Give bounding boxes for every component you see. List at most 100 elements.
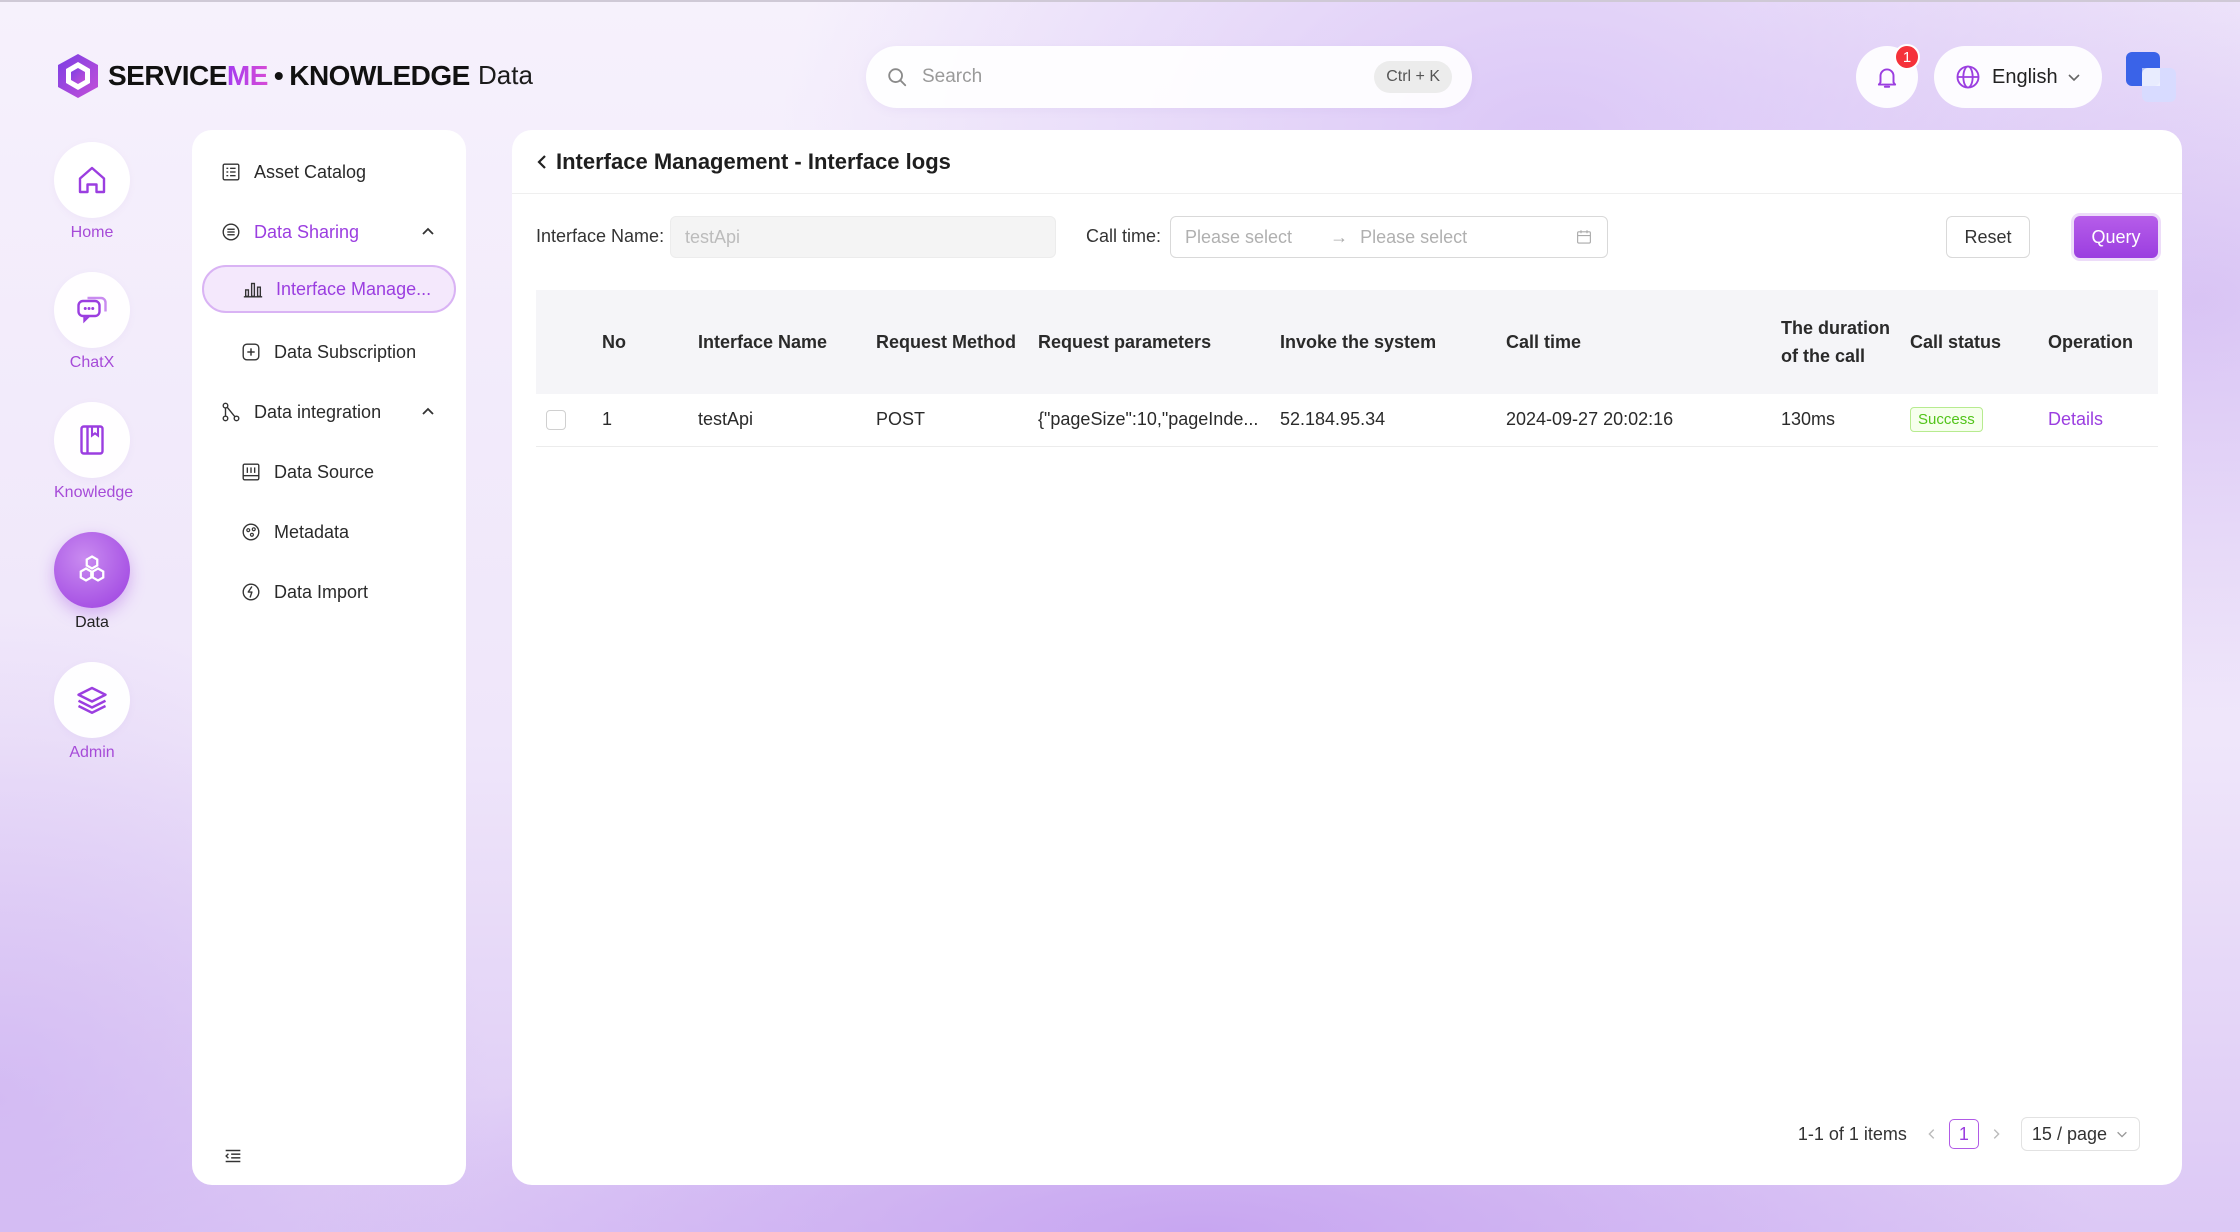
column-header[interactable]: Call status <box>1900 290 2038 394</box>
chevron-down-icon <box>2068 74 2080 82</box>
bell-icon <box>1877 68 1897 88</box>
call-time-label: Call time: <box>1086 226 1162 246</box>
column-header[interactable]: The duration of the call <box>1771 290 1900 394</box>
page-size-label: 15 / page <box>2031 1123 2107 1144</box>
nav-group-data-sharing[interactable]: Data Sharing <box>192 208 466 256</box>
integration-nodes-icon <box>222 402 240 422</box>
rail-chatx-button[interactable] <box>54 272 130 348</box>
collapse-menu-icon[interactable] <box>222 1145 244 1167</box>
page-number-current[interactable]: 1 <box>1948 1119 1979 1149</box>
rail-item-chatx[interactable]: ChatX <box>54 272 130 372</box>
nav-label-asset-catalog: Asset Catalog <box>254 161 367 182</box>
status-badge: Success <box>1910 407 1983 433</box>
rail-label-knowledge: Knowledge <box>54 484 134 501</box>
nav-item-interface-management[interactable]: Interface Manage... <box>202 265 456 313</box>
nav-label-interface-management: Interface Manage... <box>276 278 432 299</box>
cell-request-method: POST <box>866 394 1028 447</box>
table-row[interactable]: 1 testApi POST {"pageSize":10,"pageInde.… <box>536 394 2158 447</box>
rail-knowledge-button[interactable] <box>54 402 130 478</box>
column-header[interactable]: No <box>592 290 688 394</box>
range-arrow-icon: → <box>1330 226 1349 247</box>
catalog-list-icon <box>222 163 240 181</box>
metadata-icon <box>242 523 260 541</box>
start-date-placeholder[interactable]: Please select <box>1185 227 1292 248</box>
column-header[interactable]: Operation <box>2038 290 2158 394</box>
rail-label-home: Home <box>70 224 114 241</box>
data-source-icon <box>242 463 260 481</box>
data-import-icon <box>242 583 260 601</box>
calendar-icon <box>1577 230 1591 244</box>
table-header-row: No Interface Name Request Method Request… <box>536 290 2158 394</box>
nav-label-metadata: Metadata <box>274 521 350 542</box>
interface-name-input[interactable]: testApi <box>670 216 1056 258</box>
rail-data-button[interactable] <box>54 532 130 608</box>
nav-item-metadata[interactable]: Metadata <box>192 508 466 556</box>
logo-cube-icon <box>58 54 98 98</box>
app-switcher-icon[interactable] <box>2126 52 2178 104</box>
chat-icon <box>77 296 107 324</box>
nav-item-data-source[interactable]: Data Source <box>192 448 466 496</box>
column-header[interactable]: Request Method <box>866 290 1028 394</box>
prev-page-icon[interactable] <box>1925 1127 1939 1141</box>
rail-label-admin: Admin <box>69 744 115 761</box>
search-placeholder: Search <box>922 66 983 87</box>
row-checkbox[interactable] <box>546 410 566 431</box>
cell-no: 1 <box>592 394 688 447</box>
call-time-range-picker[interactable]: Please select → Please select <box>1170 216 1608 258</box>
page-title: Interface Management - Interface logs <box>556 148 951 174</box>
column-header[interactable]: Request parameters <box>1028 290 1270 394</box>
cell-call-status: Success <box>1900 394 2038 447</box>
serviceme-logo[interactable]: SERVICEME • KNOWLEDGE <box>56 52 470 100</box>
rail-item-admin[interactable]: Admin <box>54 662 130 762</box>
reset-button[interactable]: Reset <box>1946 216 2030 258</box>
filter-bar: Interface Name: testApi Call time: Pleas… <box>536 216 2158 258</box>
cell-invoke-system: 52.184.95.34 <box>1270 394 1496 447</box>
nav-item-data-import[interactable]: Data Import <box>192 568 466 616</box>
chevron-up-icon <box>422 407 434 415</box>
next-page-icon[interactable] <box>1989 1127 2003 1141</box>
interface-name-label: Interface Name: <box>536 226 665 246</box>
book-icon <box>80 425 104 455</box>
pagination: 1-1 of 1 items 1 15 / page <box>1798 1117 2140 1151</box>
globe-icon <box>1956 65 1980 89</box>
brand-name: SERVICEME • KNOWLEDGE <box>108 60 470 91</box>
details-link[interactable]: Details <box>2048 409 2103 429</box>
nav-label-data-integration: Data integration <box>254 401 382 422</box>
cell-duration: 130ms <box>1771 394 1900 447</box>
interface-logs-table: No Interface Name Request Method Request… <box>536 290 2158 447</box>
column-header[interactable]: Interface Name <box>688 290 866 394</box>
end-date-placeholder[interactable]: Please select <box>1360 227 1467 248</box>
language-selector[interactable]: English <box>1934 46 2102 108</box>
cell-request-parameters: {"pageSize":10,"pageInde... <box>1028 394 1270 447</box>
global-search[interactable]: Search Ctrl + K <box>866 46 1472 108</box>
search-shortcut-badge: Ctrl + K <box>1374 61 1452 93</box>
main-content-panel: Interface Management - Interface logs In… <box>512 130 2182 1185</box>
nav-label-data-source: Data Source <box>274 461 375 482</box>
rail-admin-button[interactable] <box>54 662 130 738</box>
rail-item-data[interactable]: Data <box>54 532 130 632</box>
nav-label-data-subscription: Data Subscription <box>274 341 417 362</box>
data-sharing-icon <box>222 223 240 241</box>
nav-group-data-integration[interactable]: Data integration <box>192 388 466 436</box>
window-top-border <box>0 0 2240 2</box>
rail-home-button[interactable] <box>54 142 130 218</box>
rail-label-chatx: ChatX <box>69 354 115 371</box>
nav-label-data-import: Data Import <box>274 581 369 602</box>
nav-item-data-subscription[interactable]: Data Subscription <box>192 328 466 376</box>
chevron-up-icon <box>422 227 434 235</box>
bar-chart-icon <box>243 282 263 298</box>
rail-item-knowledge[interactable]: Knowledge <box>54 402 134 502</box>
chevron-down-icon <box>2117 1131 2127 1138</box>
page-header: Interface Management - Interface logs <box>512 130 2182 194</box>
cell-interface-name: testApi <box>688 394 866 447</box>
nav-item-asset-catalog[interactable]: Asset Catalog <box>192 148 466 196</box>
notification-count-badge: 1 <box>1894 44 1920 70</box>
page-size-select[interactable]: 15 / page <box>2020 1117 2140 1151</box>
back-chevron-icon[interactable] <box>534 154 550 170</box>
layers-icon <box>77 686 107 714</box>
query-button[interactable]: Query <box>2074 216 2158 258</box>
column-header[interactable]: Invoke the system <box>1270 290 1496 394</box>
column-header[interactable]: Call time <box>1496 290 1771 394</box>
rail-label-data: Data <box>75 614 109 631</box>
rail-item-home[interactable]: Home <box>54 142 130 242</box>
